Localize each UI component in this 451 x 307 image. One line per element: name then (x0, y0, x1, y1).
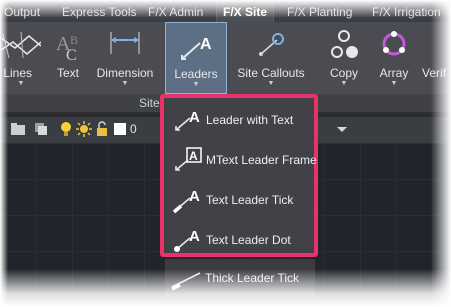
chevron-down-icon: ▼ (121, 80, 129, 87)
menu-item-leader-with-text[interactable]: A Leader with Text (164, 102, 314, 138)
array-button[interactable]: Array ▼ (374, 22, 414, 94)
lines-label: Lines (3, 66, 32, 80)
dimension-label: Dimension (96, 66, 154, 80)
menu-item-thick-leader-tick[interactable]: Thick Leader Tick (165, 259, 315, 299)
menu-item-label: Leader with Text (206, 113, 294, 127)
array-label: Array (379, 66, 409, 80)
dropdown-arrow-icon[interactable] (334, 121, 350, 137)
menu-item-label: Thick Leader Tick (205, 271, 300, 285)
sun-icon[interactable] (76, 121, 92, 137)
tab-fx-admin[interactable]: F/X Admin (148, 2, 203, 22)
svg-text:A: A (189, 149, 198, 163)
lock-icon[interactable] (94, 121, 110, 137)
leaders-dropdown-menu: A Leader with Text A MText Leader Frame … (160, 94, 318, 257)
site-callout-icon (259, 33, 284, 56)
text-label: Text (56, 66, 79, 80)
menu-item-text-leader-tick[interactable]: A Text Leader Tick (164, 182, 314, 218)
chevron-down-icon: ▼ (17, 80, 25, 87)
ribbon-panel: Lines ▼ A C B Text Dimension ▼ A Leaders… (0, 22, 451, 95)
copy-icon (331, 30, 358, 58)
tab-fx-irrigation[interactable]: F/X Irrigation (372, 2, 441, 22)
menu-item-label: MText Leader Frame (206, 153, 317, 167)
leaders-button[interactable]: A Leaders ▼ (165, 22, 227, 94)
menu-item-text-leader-dot[interactable]: A Text Leader Dot (164, 222, 314, 258)
leaders-label: Leaders (174, 67, 218, 81)
dimension-button[interactable]: Dimension ▼ (92, 22, 158, 94)
svg-text:A: A (189, 188, 200, 205)
chevron-down-icon: ▼ (267, 80, 275, 87)
chevron-down-icon: ▼ (340, 80, 348, 87)
tab-fx-planting[interactable]: F/X Planting (287, 2, 352, 22)
verify-button[interactable]: Verif (420, 22, 451, 94)
text-leader-tick-icon: A (172, 188, 200, 214)
panel-label-site: Site (139, 96, 160, 110)
copy-button[interactable]: Copy ▼ (322, 22, 366, 94)
leader-icon: A (181, 36, 212, 60)
menu-item-mtext-leader-frame[interactable]: A MText Leader Frame (164, 142, 317, 178)
text-icon: A C B (56, 33, 78, 62)
svg-text:A: A (189, 228, 200, 245)
lightbulb-icon[interactable] (58, 121, 74, 137)
svg-text:B: B (70, 33, 78, 47)
layer-name[interactable]: 0 (130, 122, 137, 136)
lines-button[interactable]: Lines ▼ (0, 22, 42, 94)
layer-states-icon[interactable] (33, 121, 49, 137)
array-icon (382, 31, 406, 56)
autocad-window: Output Express Tools F/X Admin F/X Site … (0, 0, 451, 307)
text-leader-dot-icon: A (174, 228, 200, 252)
svg-text:A: A (189, 109, 200, 126)
mtext-leader-frame-icon: A (175, 147, 202, 171)
ribbon-tab-bar: Output Express Tools F/X Admin F/X Site … (0, 0, 451, 22)
thick-leader-tick-icon (171, 272, 201, 291)
folder-icon[interactable] (10, 121, 26, 137)
menu-item-label: Text Leader Dot (206, 233, 291, 247)
svg-text:A: A (200, 36, 212, 53)
chevron-down-icon: ▼ (192, 81, 200, 88)
svg-text:C: C (66, 47, 77, 62)
tab-express-tools[interactable]: Express Tools (62, 2, 136, 22)
text-button[interactable]: A C B Text (50, 22, 86, 94)
tab-output[interactable]: Output (4, 2, 40, 22)
chevron-down-icon: ▼ (390, 80, 398, 87)
lines-icon (1, 31, 41, 59)
menu-item-label: Text Leader Tick (206, 193, 294, 207)
tab-fx-site[interactable]: F/X Site (216, 1, 275, 22)
verify-label: Verif (422, 66, 447, 80)
site-callouts-label: Site Callouts (237, 66, 305, 80)
leader-with-text-icon: A (175, 109, 200, 131)
copy-label: Copy (329, 66, 358, 80)
color-swatch-icon[interactable] (112, 121, 128, 137)
site-callouts-button[interactable]: Site Callouts ▼ (236, 22, 306, 94)
dimension-icon (110, 32, 140, 54)
